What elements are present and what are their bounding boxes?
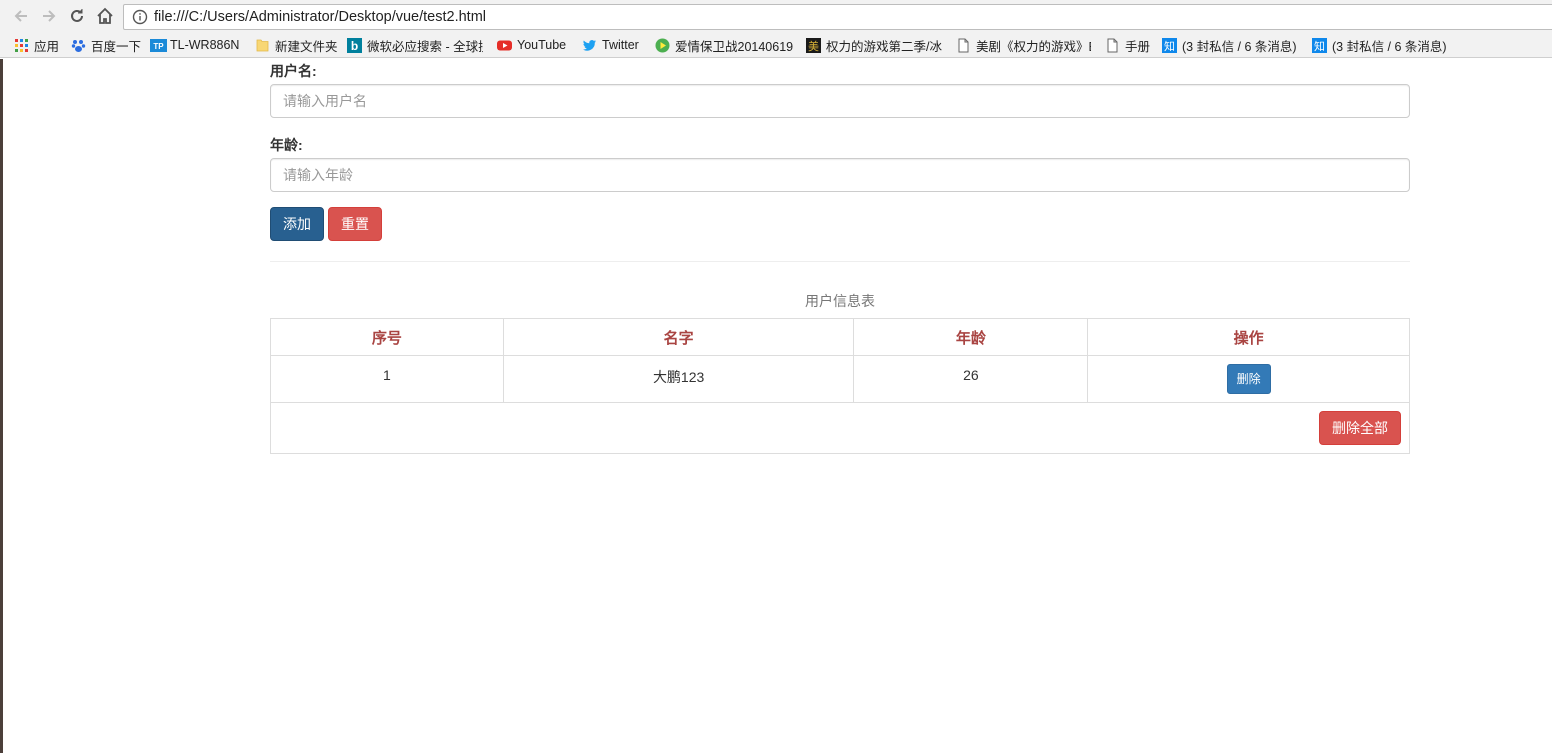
username-label: 用户名: bbox=[270, 63, 317, 79]
arrow-left-icon bbox=[14, 10, 27, 22]
bookmark-manual[interactable]: 手册 bbox=[1105, 36, 1150, 54]
age-label: 年龄: bbox=[270, 137, 303, 153]
twitter-icon bbox=[582, 38, 597, 53]
table-header-row: 序号 名字 年龄 操作 bbox=[270, 318, 1410, 356]
username-input[interactable] bbox=[270, 84, 1410, 118]
cell-age: 26 bbox=[853, 355, 1089, 403]
footer-cell: 删除全部 bbox=[270, 402, 1410, 454]
table-footer-row: 删除全部 bbox=[270, 402, 1410, 454]
address-bar[interactable]: file:///C:/Users/Administrator/Desktop/v… bbox=[123, 4, 1552, 30]
zhihu-icon: 知 bbox=[1162, 37, 1177, 53]
cell-action: 删除 bbox=[1087, 355, 1410, 403]
apps-grid-icon bbox=[14, 38, 29, 53]
bookmark-label: (3 封私信 / 6 条消息) bbox=[1182, 39, 1297, 54]
bookmarks-bar: 应用 百度一下 TP TL-WR886N 新建文件夹 b 微软必应搜索 - 全球… bbox=[0, 33, 1552, 58]
home-icon bbox=[97, 7, 113, 24]
window-edge bbox=[0, 59, 3, 753]
youtube-icon bbox=[497, 38, 512, 53]
bookmark-zhihu-1[interactable]: 知 (3 封私信 / 6 条消息) bbox=[1162, 36, 1300, 54]
add-button[interactable]: 添加 bbox=[270, 207, 324, 241]
bookmark-label: 美剧《权力的游戏》B bbox=[976, 39, 1091, 54]
bookmark-label: TL-WR886N bbox=[170, 38, 240, 52]
arrow-right-icon bbox=[43, 10, 56, 22]
table-row: 1 大鹏123 26 删除 bbox=[270, 355, 1410, 403]
cell-index: 1 bbox=[270, 355, 504, 403]
bookmark-youtube[interactable]: YouTube bbox=[497, 36, 566, 54]
baidu-paw-icon bbox=[71, 38, 86, 53]
svg-text:知: 知 bbox=[1314, 39, 1325, 53]
page-icon bbox=[1105, 38, 1120, 53]
header-action: 操作 bbox=[1087, 318, 1410, 356]
bookmark-label: 微软必应搜索 - 全球搜 bbox=[367, 39, 483, 54]
header-index: 序号 bbox=[270, 318, 504, 356]
info-icon[interactable] bbox=[132, 9, 148, 25]
bookmark-bing[interactable]: b 微软必应搜索 - 全球搜 bbox=[347, 36, 483, 54]
bookmark-label: Twitter bbox=[602, 38, 639, 52]
user-table: 序号 名字 年龄 操作 1 大鹏123 26 删除 删除全部 bbox=[270, 318, 1410, 454]
home-button[interactable] bbox=[94, 5, 116, 27]
url-text: file:///C:/Users/Administrator/Desktop/v… bbox=[154, 9, 486, 25]
bookmark-label: 百度一下 bbox=[91, 39, 142, 54]
svg-text:TP: TP bbox=[153, 42, 164, 51]
bookmark-label: 权力的游戏第二季/冰 bbox=[826, 39, 942, 54]
bookmark-label: YouTube bbox=[517, 38, 567, 52]
bookmark-tplink[interactable]: TP TL-WR886N bbox=[150, 36, 239, 54]
tp-link-icon: TP bbox=[150, 38, 167, 53]
bookmark-twitter[interactable]: Twitter bbox=[582, 36, 639, 54]
forward-button[interactable] bbox=[38, 5, 60, 27]
svg-text:b: b bbox=[351, 39, 358, 53]
header-name: 名字 bbox=[502, 318, 855, 356]
reload-button[interactable] bbox=[66, 5, 88, 27]
bookmark-apps[interactable]: 应用 bbox=[14, 36, 59, 54]
page-icon bbox=[956, 38, 971, 53]
bookmark-label: 爱情保卫战20140619 bbox=[675, 39, 793, 54]
delete-button[interactable]: 删除 bbox=[1226, 364, 1271, 394]
site-icon: 美 bbox=[806, 37, 821, 53]
bookmark-label: 应用 bbox=[34, 39, 60, 54]
play-icon bbox=[655, 38, 670, 53]
table-caption: 用户信息表 bbox=[805, 293, 875, 309]
bing-icon: b bbox=[347, 37, 362, 53]
browser-toolbar: file:///C:/Users/Administrator/Desktop/v… bbox=[0, 0, 1552, 33]
cell-name: 大鹏123 bbox=[502, 355, 855, 403]
svg-text:知: 知 bbox=[1164, 39, 1175, 53]
bookmark-label: 手册 bbox=[1125, 39, 1151, 54]
bookmark-baidu[interactable]: 百度一下 bbox=[71, 36, 141, 54]
bookmark-got[interactable]: 美剧《权力的游戏》B bbox=[956, 36, 1091, 54]
header-age: 年龄 bbox=[853, 318, 1089, 356]
bookmark-label: 新建文件夹 bbox=[275, 39, 338, 54]
bookmark-got2[interactable]: 美 权力的游戏第二季/冰 bbox=[806, 36, 942, 54]
bookmark-aiqing[interactable]: 爱情保卫战20140619 bbox=[655, 36, 793, 54]
bookmark-folder[interactable]: 新建文件夹 bbox=[255, 36, 338, 54]
bookmark-zhihu-2[interactable]: 知 (3 封私信 / 6 条消息) bbox=[1312, 36, 1450, 54]
delete-all-button[interactable]: 删除全部 bbox=[1319, 411, 1401, 445]
reset-button[interactable]: 重置 bbox=[328, 207, 382, 241]
bookmark-label: (3 封私信 / 6 条消息) bbox=[1332, 39, 1447, 54]
divider bbox=[270, 261, 1410, 262]
age-input[interactable] bbox=[270, 158, 1410, 192]
folder-icon bbox=[255, 38, 270, 53]
back-button[interactable] bbox=[10, 5, 32, 27]
reload-icon bbox=[71, 9, 83, 22]
svg-text:美: 美 bbox=[808, 40, 819, 53]
zhihu-icon: 知 bbox=[1312, 37, 1327, 53]
